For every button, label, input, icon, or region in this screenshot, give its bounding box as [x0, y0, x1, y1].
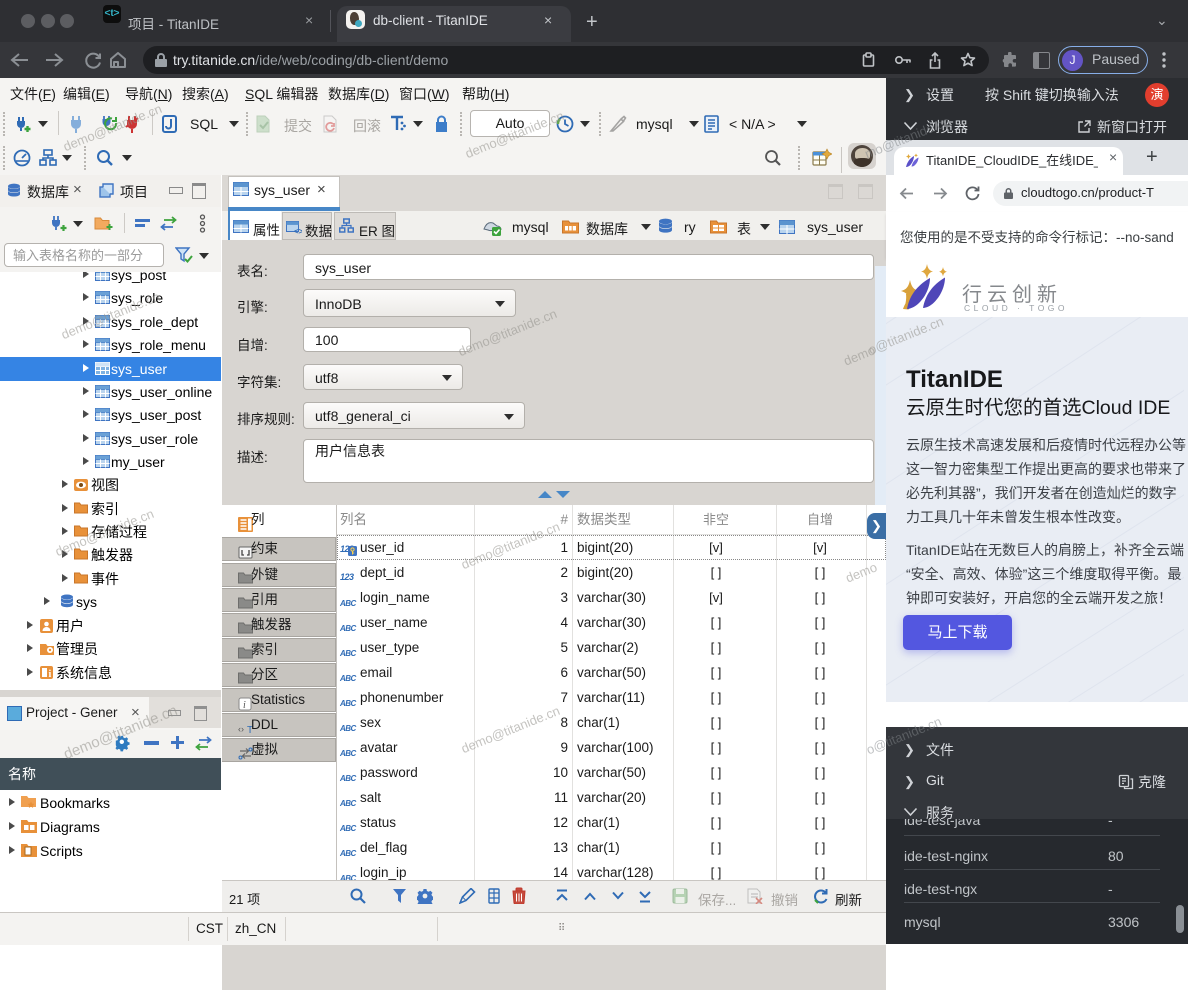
svg-text:i: i — [243, 700, 246, 711]
svg-text:‹›: ‹› — [238, 724, 244, 734]
svg-text:i: i — [49, 669, 52, 679]
svg-text:<>: <> — [294, 227, 302, 234]
